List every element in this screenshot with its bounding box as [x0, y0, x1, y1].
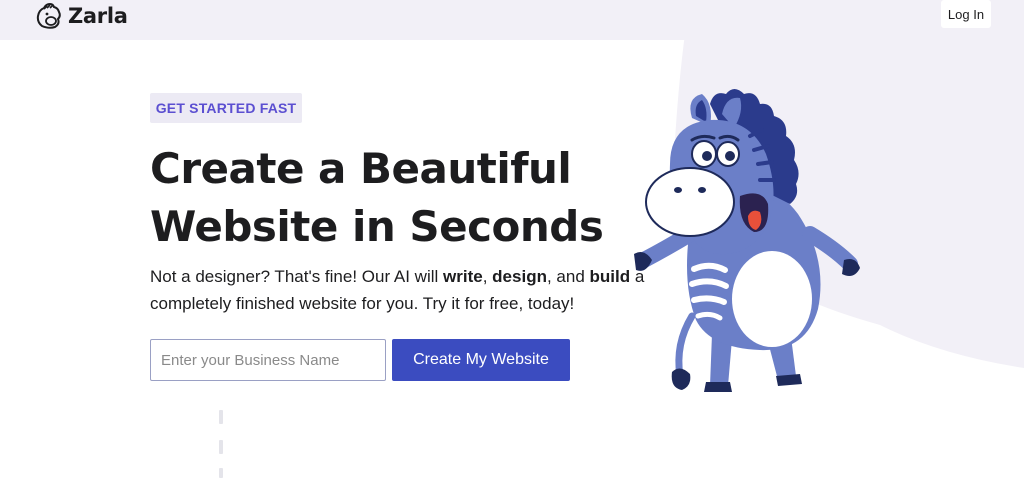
zebra-logo-icon: [36, 2, 61, 29]
brand-name: Zarla: [68, 4, 128, 28]
description-text-3: , and: [546, 267, 590, 286]
get-started-badge: GET STARTED FAST: [150, 93, 302, 123]
description-text-2: ,: [482, 267, 493, 286]
business-name-input[interactable]: [150, 339, 386, 381]
headline-line-1: Create a Beautiful: [150, 144, 572, 193]
description-bold-write: write: [443, 267, 483, 286]
top-header: Zarla Log In: [0, 0, 1024, 40]
decorative-dash: [219, 410, 223, 424]
brand-logo[interactable]: Zarla: [34, 2, 128, 30]
hero-description: Not a designer? That's fine! Our AI will…: [150, 263, 650, 317]
decorative-dash: [219, 468, 223, 478]
headline-line-2: Website in Seconds: [150, 202, 604, 251]
description-text-1: Not a designer? That's fine! Our AI will: [150, 267, 444, 286]
zebra-mascot-illustration: [634, 89, 860, 392]
create-website-button[interactable]: Create My Website: [392, 339, 570, 381]
description-bold-design: design: [492, 267, 547, 286]
description-bold-build: build: [589, 267, 631, 286]
hero-headline: Create a Beautiful Website in Seconds: [150, 140, 630, 256]
login-button[interactable]: Log In: [941, 0, 991, 28]
decorative-dash: [219, 440, 223, 454]
